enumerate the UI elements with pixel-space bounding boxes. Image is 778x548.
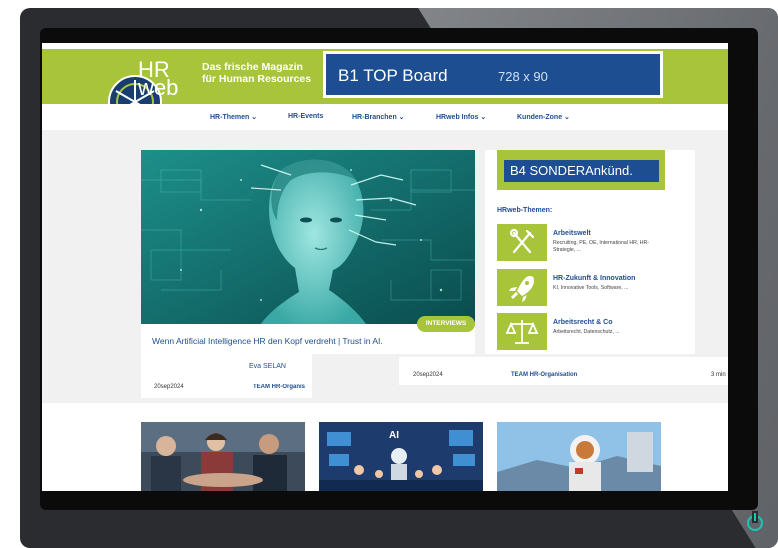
author-link[interactable]: Eva SELAN xyxy=(249,363,286,370)
ai-head-illustration xyxy=(141,150,475,324)
logo-bottom-text: web xyxy=(138,75,179,100)
astronaut-image xyxy=(497,422,661,491)
top-banner-ad[interactable]: B1 TOP Board 728 x 90 xyxy=(323,51,663,98)
sidebar-ad[interactable]: B4 SONDERAnkünd. xyxy=(497,150,665,190)
team-link[interactable]: TEAM HR-Organisation xyxy=(511,372,577,378)
logo-wordmark[interactable]: HR web xyxy=(138,59,179,100)
sidebar-ad-label: B4 SONDERAnkünd. xyxy=(504,160,659,182)
tools-icon xyxy=(497,224,547,261)
site-tagline: Das frische Magazin für Human Resources xyxy=(202,61,311,85)
theme-desc: Recruiting, PE, OE, International HR, HR… xyxy=(553,240,650,253)
banner-label: B1 TOP Board xyxy=(338,66,448,85)
header-strip xyxy=(42,43,728,49)
theme-desc: Arbeitsrecht, Datenschutz, ... xyxy=(553,329,620,335)
scales-icon xyxy=(497,313,547,350)
second-post-meta xyxy=(399,357,728,385)
article-thumb-ai[interactable]: AI xyxy=(319,422,483,491)
theme-arbeitsrecht[interactable]: Arbeitsrecht & Co Arbeitsrecht, Datensch… xyxy=(497,313,664,350)
category-badge[interactable]: INTERVIEWS xyxy=(417,316,475,332)
tagline-line-2: für Human Resources xyxy=(202,73,312,85)
theme-title: Arbeitswelt xyxy=(553,230,591,237)
read-time: 3 min xyxy=(711,372,726,378)
themes-heading: HRweb-Themen: xyxy=(497,207,553,214)
nav-kunden-zone[interactable]: Kunden-Zone ⌄ xyxy=(517,113,570,121)
theme-hr-zukunft[interactable]: HR-Zukunft & Innovation KI, Innovative T… xyxy=(497,269,664,306)
article-thumb-astronaut[interactable] xyxy=(497,422,661,491)
article-thumb-team[interactable] xyxy=(141,422,305,491)
power-icon[interactable] xyxy=(747,513,763,531)
post-date: 20sep2024 xyxy=(413,372,443,378)
hero-meta-card xyxy=(141,354,312,398)
rocket-icon xyxy=(497,269,547,306)
tagline-line-1: Das frische Magazin xyxy=(202,61,303,73)
theme-arbeitswelt[interactable]: Arbeitswelt Recruiting, PE, OE, Internat… xyxy=(497,224,664,261)
nav-hrweb-infos[interactable]: HRweb Infos ⌄ xyxy=(436,113,486,121)
web-page: HR web Das frische Magazin für Human Res… xyxy=(42,43,728,491)
post-date: 20sep2024 xyxy=(154,384,184,390)
team-meeting-image xyxy=(141,422,305,491)
nav-hr-themen[interactable]: HR-Themen ⌄ xyxy=(210,113,257,121)
main-nav: HR-Themen ⌄ HR-Events HR-Branchen ⌄ HRwe… xyxy=(42,104,728,130)
ai-office-image: AI xyxy=(319,422,483,491)
nav-hr-events[interactable]: HR-Events xyxy=(288,113,323,120)
nav-hr-branchen[interactable]: HR-Branchen ⌄ xyxy=(352,113,405,121)
hero-title-link[interactable]: Wenn Artificial Intelligence HR den Kopf… xyxy=(152,336,383,346)
hero-image[interactable] xyxy=(141,150,475,324)
banner-size: 728 x 90 xyxy=(498,69,548,84)
theme-desc: KI, Innovative Tools, Software, ... xyxy=(553,285,629,291)
team-link[interactable]: TEAM HR-Organis xyxy=(253,384,311,390)
svg-text:AI: AI xyxy=(389,430,399,441)
theme-title: HR-Zukunft & Innovation xyxy=(553,275,636,282)
theme-title: Arbeitsrecht & Co xyxy=(553,319,613,326)
